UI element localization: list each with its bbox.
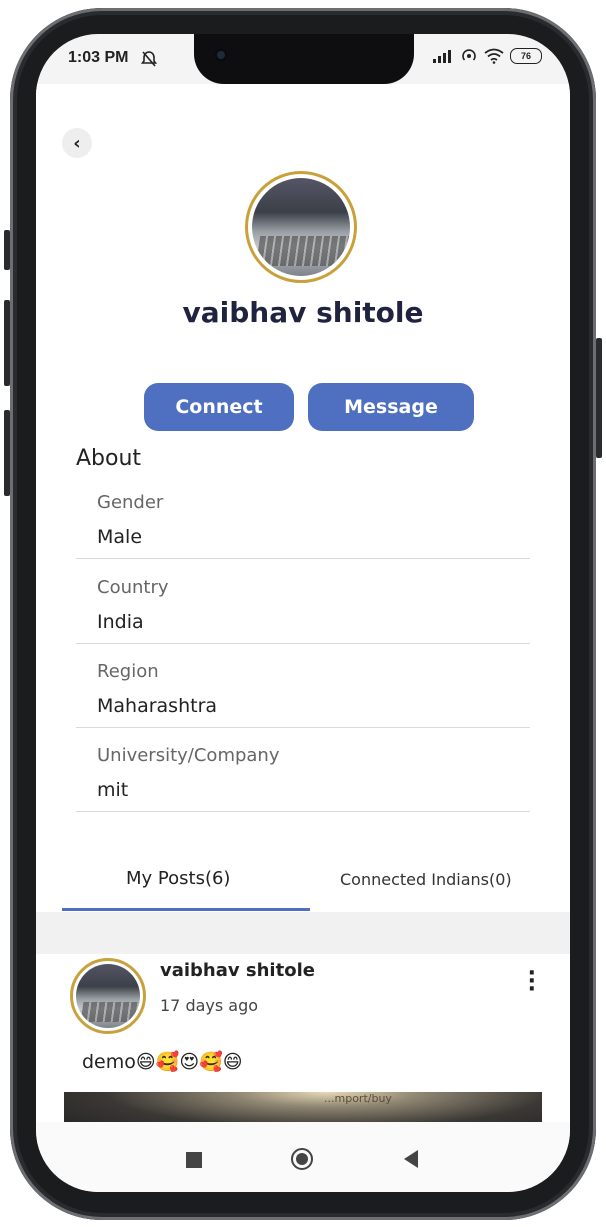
back-triangle-icon[interactable] bbox=[404, 1150, 418, 1168]
profile-name: vaibhav shitole bbox=[182, 296, 424, 329]
status-time: 1:03 PM bbox=[68, 49, 129, 66]
status-icons: 76 bbox=[432, 48, 542, 64]
field-gender: Gender Male bbox=[76, 484, 530, 559]
hotspot-icon bbox=[462, 49, 476, 61]
connect-button[interactable]: Connect bbox=[144, 383, 294, 431]
post-text: demo😄🥰😍🥰😄 bbox=[82, 1051, 243, 1073]
field-label: Country bbox=[97, 577, 169, 598]
phone-screen: 1:03 PM 76 ‹ vaibhav shitole Connect Mes… bbox=[36, 34, 570, 1192]
post-author-avatar[interactable] bbox=[70, 958, 146, 1034]
field-university: University/Company mit bbox=[76, 737, 530, 812]
tab-connected-indians[interactable]: Connected Indians(0) bbox=[340, 870, 512, 889]
avatar-photo bbox=[252, 178, 350, 276]
wifi-icon bbox=[484, 48, 504, 64]
home-icon[interactable] bbox=[291, 1148, 313, 1170]
phone-volume-down bbox=[4, 410, 10, 496]
field-label: Region bbox=[97, 661, 159, 682]
field-value: Male bbox=[97, 526, 143, 548]
phone-power-button bbox=[596, 338, 602, 458]
camera-icon bbox=[214, 48, 228, 62]
profile-avatar bbox=[245, 171, 357, 283]
field-value: mit bbox=[97, 779, 129, 801]
field-value: Maharashtra bbox=[97, 695, 218, 717]
post-author-name[interactable]: vaibhav shitole bbox=[160, 960, 315, 981]
post-image-caption: ...mport/buy bbox=[324, 1092, 392, 1105]
about-heading: About bbox=[76, 446, 142, 471]
phone-side-button bbox=[4, 230, 10, 270]
battery-icon: 76 bbox=[510, 48, 542, 64]
recents-icon[interactable] bbox=[186, 1152, 202, 1168]
phone-volume-up bbox=[4, 300, 10, 386]
field-region: Region Maharashtra bbox=[76, 653, 530, 728]
field-country: Country India bbox=[76, 569, 530, 644]
field-label: Gender bbox=[97, 492, 164, 513]
tab-my-posts[interactable]: My Posts(6) bbox=[126, 868, 230, 889]
post-card: vaibhav shitole 17 days ago · · · demo😄🥰😍🥰… bbox=[52, 954, 556, 1134]
signal-icon bbox=[433, 50, 451, 63]
chevron-left-icon: ‹ bbox=[73, 132, 81, 154]
profile-tabs: My Posts(6) Connected Indians(0) bbox=[36, 856, 570, 912]
muted-bell-icon bbox=[140, 51, 158, 67]
post-timestamp: 17 days ago bbox=[160, 996, 259, 1015]
avatar-photo bbox=[76, 964, 140, 1028]
back-button[interactable]: ‹ bbox=[62, 128, 92, 158]
active-tab-indicator bbox=[62, 908, 310, 911]
notch bbox=[194, 34, 414, 84]
message-button[interactable]: Message bbox=[308, 383, 474, 431]
android-nav-bar bbox=[36, 1122, 570, 1192]
divider bbox=[36, 912, 570, 954]
field-label: University/Company bbox=[97, 745, 280, 766]
battery-level: 76 bbox=[520, 51, 531, 61]
more-vertical-icon[interactable]: · · · bbox=[528, 963, 536, 1001]
field-value: India bbox=[97, 611, 144, 633]
profile-page: ‹ vaibhav shitole Connect Message About … bbox=[36, 84, 570, 1134]
